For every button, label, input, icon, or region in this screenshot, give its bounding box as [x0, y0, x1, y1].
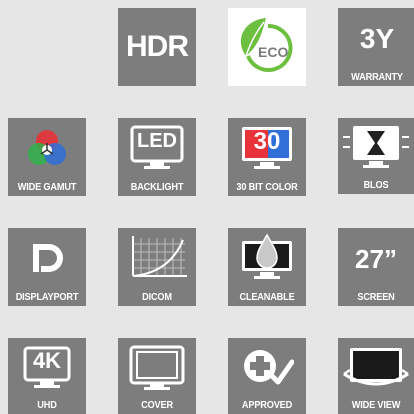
feature-icon-grid: HDR ECO 3Y WARRANTY WIDE GAMUT LED BACKL… — [0, 0, 414, 414]
30-bit-color-tile: 30 30 BIT COLOR — [228, 118, 306, 196]
cover-tile: COVER — [118, 338, 196, 414]
eco-tile: ECO — [228, 8, 306, 86]
screen-tile: 27” SCREEN — [338, 228, 414, 306]
warranty-text-icon: 3Y — [359, 23, 395, 54]
wide-view-tile: WIDE VIEW — [338, 338, 414, 414]
hdr-tile: HDR — [118, 8, 196, 86]
eco-leaf-icon: ECO — [228, 8, 306, 86]
wide-view-monitor-icon — [338, 338, 414, 398]
blos-tile: BLOS — [338, 118, 414, 194]
warranty-tile: 3Y WARRANTY — [338, 8, 414, 86]
hdr-text-icon: HDR — [126, 30, 189, 63]
color-monitor-icon: 30 — [228, 118, 306, 178]
backlight-tile: LED BACKLIGHT — [118, 118, 196, 196]
uhd-tile: 4K UHD — [8, 338, 86, 414]
displayport-logo-icon — [8, 228, 86, 288]
rgb-circles-icon — [8, 118, 86, 178]
hourglass-monitor-icon — [338, 118, 414, 178]
wide-gamut-tile: WIDE GAMUT — [8, 118, 86, 196]
monitor-cover-icon — [118, 338, 196, 398]
4k-monitor-icon: 4K — [8, 338, 86, 398]
displayport-tile: DISPLAYPORT — [8, 228, 86, 306]
cleanable-tile: CLEANABLE — [228, 228, 306, 306]
led-monitor-icon: LED — [118, 118, 196, 178]
dicom-curve-icon — [118, 228, 196, 288]
approved-tile: APPROVED — [228, 338, 306, 414]
screen-size-text-icon: 27” — [355, 243, 397, 274]
drop-monitor-icon — [228, 228, 306, 288]
dicom-tile: DICOM — [118, 228, 196, 306]
medical-cross-check-icon — [228, 338, 306, 398]
